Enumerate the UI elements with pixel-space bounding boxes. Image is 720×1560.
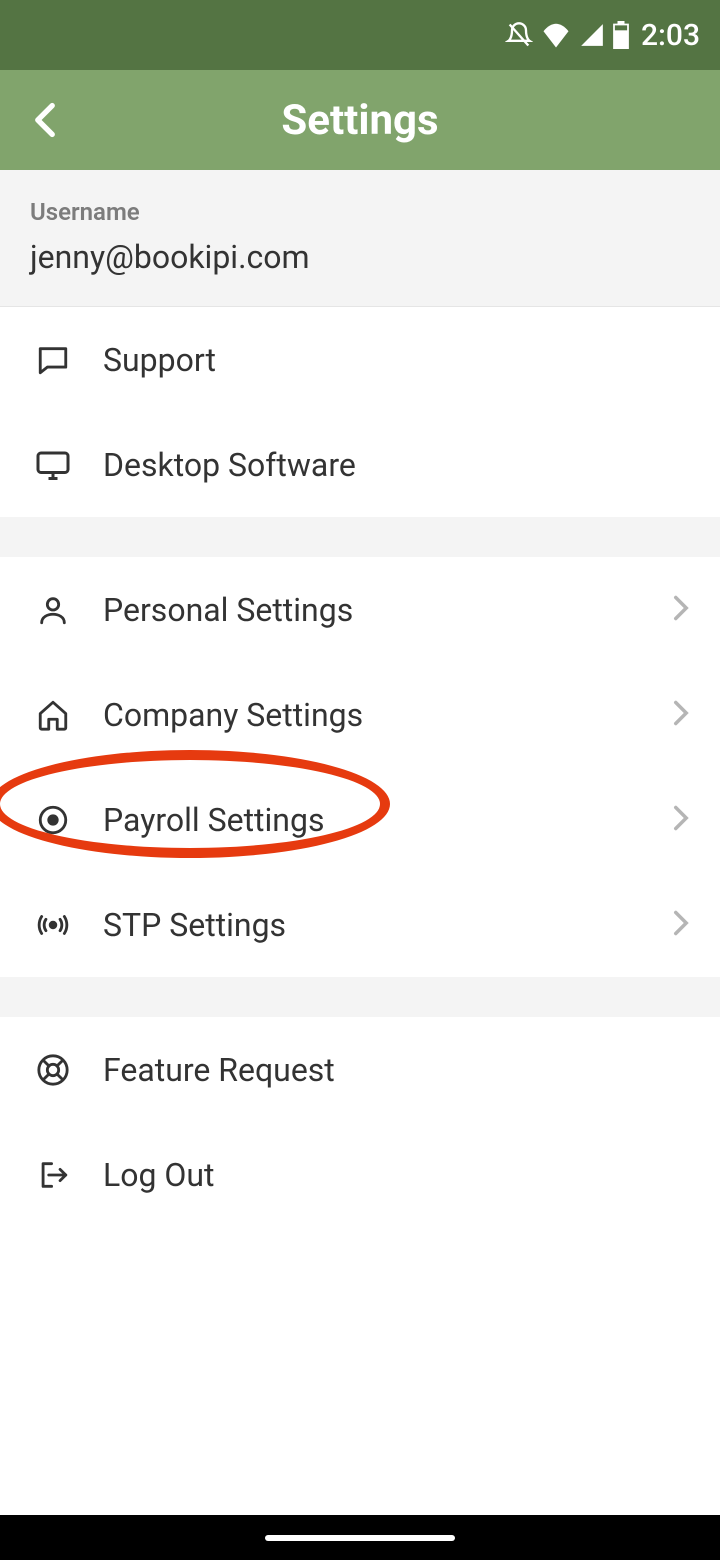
row-label: Log Out [103, 1156, 690, 1194]
row-personal-settings[interactable]: Personal Settings [0, 557, 720, 662]
username-value: jenny@bookipi.com [30, 238, 690, 276]
dnd-icon [505, 21, 533, 49]
row-label: Feature Request [103, 1051, 690, 1089]
row-stp-settings[interactable]: STP Settings [0, 872, 720, 977]
row-label: Payroll Settings [103, 801, 672, 839]
logout-icon [30, 1158, 75, 1192]
nav-pill[interactable] [265, 1535, 455, 1541]
monitor-icon [30, 447, 75, 483]
chat-icon [30, 343, 75, 377]
page-title: Settings [281, 96, 438, 145]
signal-icon [579, 22, 605, 48]
section-other: Feature Request Log Out [0, 1017, 720, 1227]
username-label: Username [30, 198, 690, 226]
username-block: Username jenny@bookipi.com [0, 170, 720, 307]
wifi-icon [541, 21, 571, 49]
android-nav-bar[interactable] [0, 1515, 720, 1560]
row-label: Company Settings [103, 696, 672, 734]
section-general: Support Desktop Software [0, 307, 720, 517]
row-support[interactable]: Support [0, 307, 720, 412]
row-feature-request[interactable]: Feature Request [0, 1017, 720, 1122]
record-icon [30, 803, 75, 837]
status-time: 2:03 [641, 18, 700, 53]
section-divider [0, 517, 720, 557]
chevron-right-icon [672, 699, 690, 731]
row-desktop-software[interactable]: Desktop Software [0, 412, 720, 517]
row-label: Personal Settings [103, 591, 672, 629]
section-divider [0, 977, 720, 1017]
app-bar: Settings [0, 70, 720, 170]
home-icon [30, 698, 75, 732]
row-payroll-settings[interactable]: Payroll Settings [0, 767, 720, 872]
broadcast-icon [30, 908, 75, 942]
chevron-right-icon [672, 804, 690, 836]
row-logout[interactable]: Log Out [0, 1122, 720, 1227]
status-bar: 2:03 [0, 0, 720, 70]
chevron-right-icon [672, 909, 690, 941]
section-settings: Personal Settings Company Settings Payr [0, 557, 720, 977]
battery-icon [613, 21, 629, 49]
row-label: Desktop Software [103, 446, 690, 484]
person-icon [30, 593, 75, 627]
row-label: Support [103, 341, 690, 379]
lifebuoy-icon [30, 1053, 75, 1087]
row-label: STP Settings [103, 906, 672, 944]
row-company-settings[interactable]: Company Settings [0, 662, 720, 767]
back-button[interactable] [20, 95, 70, 145]
chevron-right-icon [672, 594, 690, 626]
